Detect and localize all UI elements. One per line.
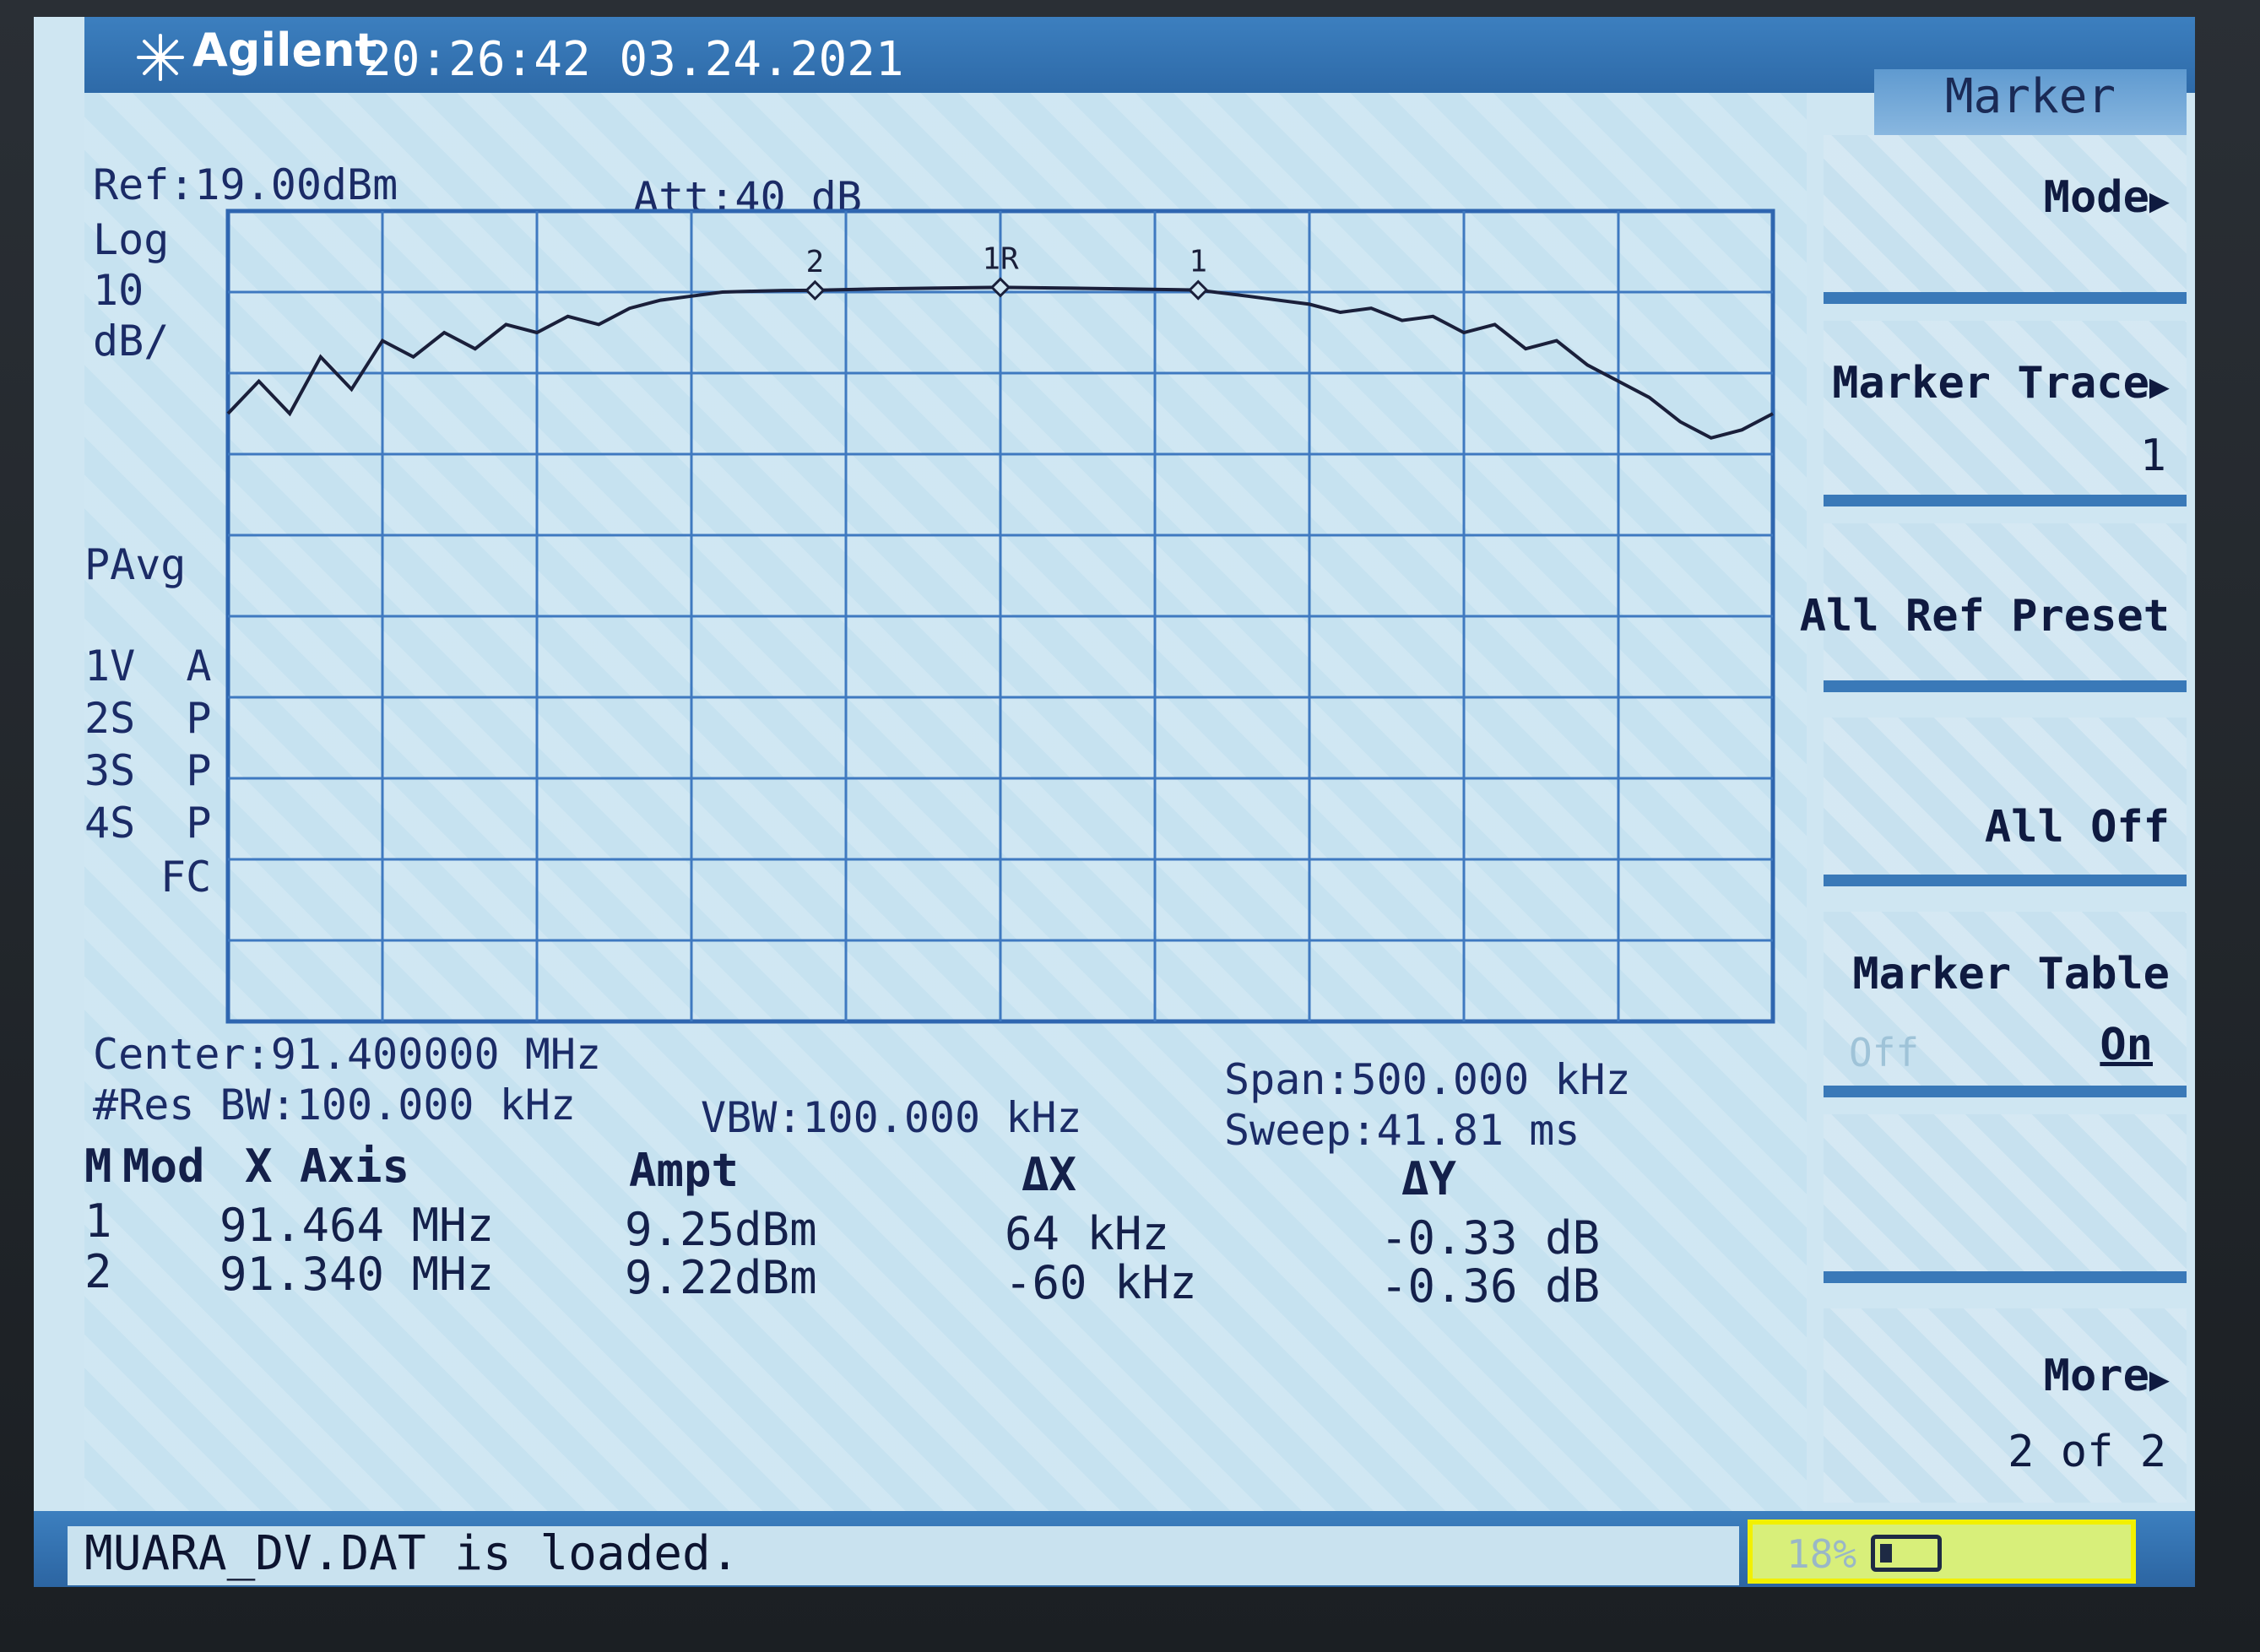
analyzer-screen: Agilent 20:26:42 03.24.2021 Marker Ref:1… [34,17,2195,1587]
softkey-all-off-label: All Off [1984,802,2170,853]
marker-label: 1R [982,241,1019,276]
softkey-menu-title: Marker [1874,69,2187,137]
marker-table-header-m: M [84,1140,112,1193]
status-message: MUARA_DV.DAT is loaded. [68,1526,1739,1585]
softkey-menu-title-label: Marker [1944,69,2116,124]
softkey-more[interactable]: More▶ 2 of 2 [1824,1308,2187,1503]
row-amplitude: 9.25dBm [625,1203,817,1256]
marker-table-off-option: Off [1849,1030,1920,1075]
row-x-axis: 91.340 MHz [219,1248,495,1301]
span: Span:500.000 kHz [1224,1055,1631,1104]
softkey-blank[interactable] [1824,1114,2187,1283]
softkey-mode-label: Mode▶ [2043,172,2170,223]
video-bandwidth: VBW:100.000 kHz [701,1093,1082,1142]
marker-table-header-dx: ΔX [1022,1148,1077,1201]
marker-label: 2 [806,245,825,279]
marker-diamond [1188,279,1209,301]
arrow-right-icon: ▶ [2149,1360,2170,1399]
softkey-marker-trace-label: Marker Trace▶ [1832,358,2170,409]
instrument-bezel: Agilent 20:26:42 03.24.2021 Marker Ref:1… [0,0,2260,1652]
row-delta-y: -0.36 dB [1380,1259,1601,1313]
battery-icon [1871,1535,1942,1572]
row-delta-y: -0.33 dB [1380,1211,1601,1265]
marker-table-header-mod: Mod [122,1140,205,1193]
softkey-mode[interactable]: Mode▶ [1824,135,2187,304]
softkey-all-ref-preset-label: All Ref Preset [1799,591,2170,642]
arrow-right-icon: ▶ [2149,181,2170,220]
spectrum-plot: 2 1R 1 [225,209,1775,1024]
marker-table-header-dy: ΔY [1401,1152,1457,1205]
status-bar: MUARA_DV.DAT is loaded. 18% [34,1511,2195,1587]
row-delta-x: 64 kHz [1005,1207,1170,1260]
softkey-all-ref-preset[interactable]: All Ref Preset [1800,523,2187,692]
resolution-bandwidth: #Res BW:100.000 kHz [93,1081,576,1129]
brand-name: Agilent [192,24,377,77]
battery-indicator: 18% [1748,1519,2136,1584]
row-delta-x: -60 kHz [1005,1256,1197,1309]
softkey-marker-table-label: Marker Table [1852,949,2170,999]
marker-table-header-ampt: Ampt [629,1144,740,1197]
softkey-marker-table[interactable]: Marker Table Off On [1824,912,2187,1097]
agilent-spark-icon [137,34,184,81]
plot-grid [225,209,1775,1024]
center-frequency: Center:91.400000 MHz [93,1030,602,1079]
marker-table-header-x: X Axis [245,1140,410,1193]
softkey-marker-trace[interactable]: Marker Trace▶ 1 [1824,321,2187,506]
marker-diamond [805,279,826,301]
row-amplitude: 9.22dBm [625,1251,817,1304]
marker-label: 1 [1189,245,1207,279]
softkey-more-page: 2 of 2 [2008,1427,2166,1477]
marker-table: M Mod X Axis Ampt ΔX ΔY 1 91.464 MHz 9.2… [84,1140,1807,1494]
softkey-all-off[interactable]: All Off [1824,718,2187,886]
softkey-more-label: More▶ [2043,1351,2170,1401]
row-marker-number: 2 [84,1245,112,1298]
arrow-right-icon: ▶ [2149,367,2170,406]
row-x-axis: 91.464 MHz [219,1199,495,1252]
battery-percent: 18% [1786,1531,1857,1577]
softkey-marker-trace-value: 1 [2139,431,2166,481]
marker-table-on-option: On [2100,1020,2153,1070]
datetime: 20:26:42 03.24.2021 [363,32,904,87]
row-marker-number: 1 [84,1194,112,1248]
